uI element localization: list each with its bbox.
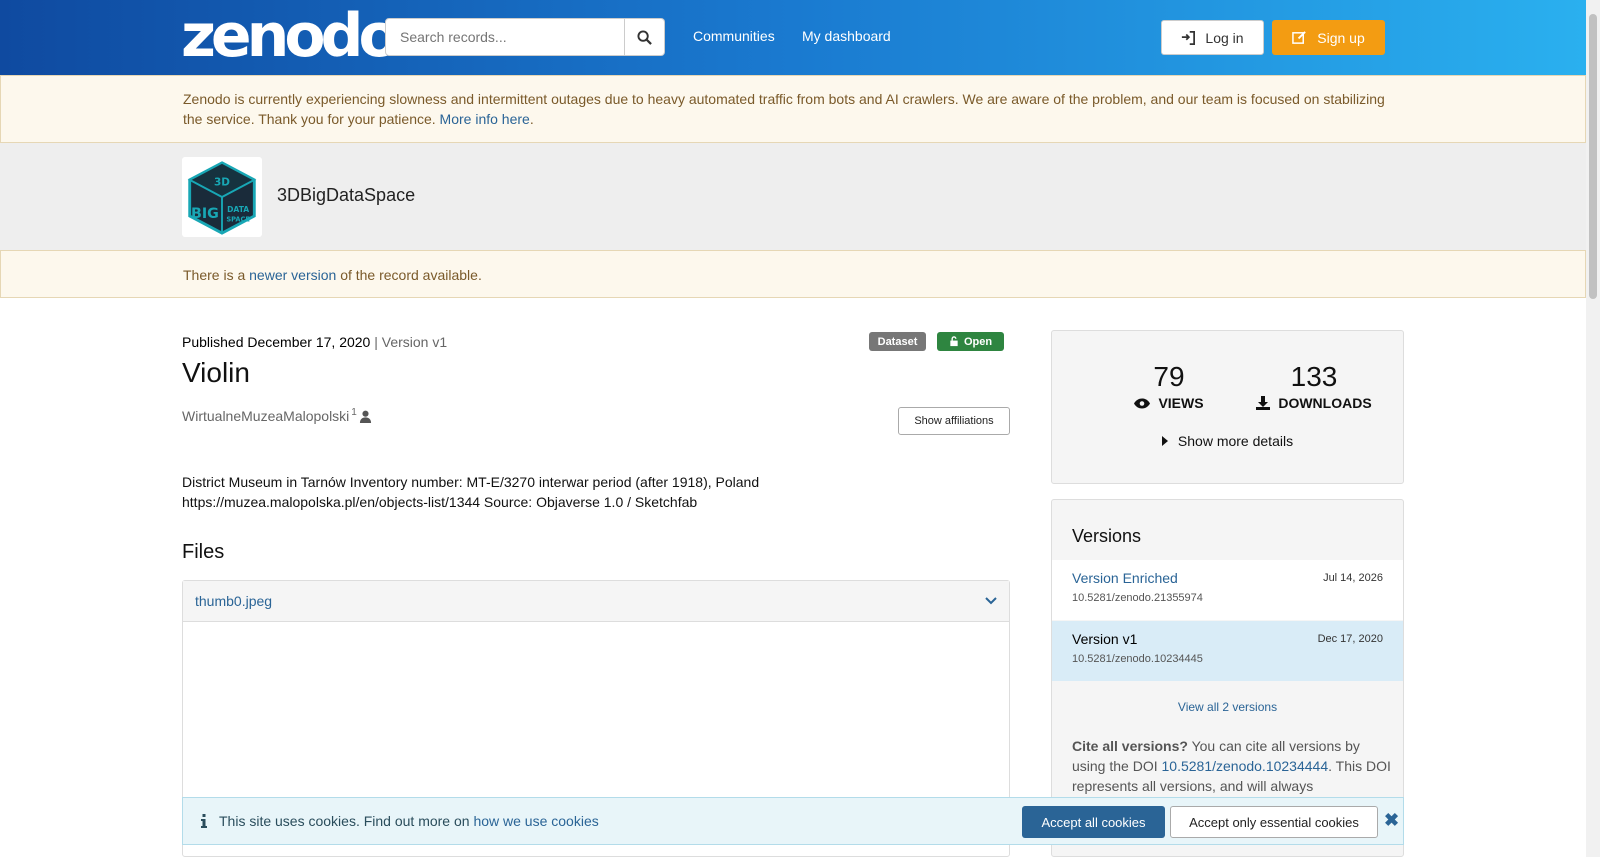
- accept-essential-cookies-button[interactable]: Accept only essential cookies: [1170, 806, 1378, 838]
- zenodo-logo[interactable]: zenodo: [181, 6, 400, 66]
- downloads-label: DOWNLOADS: [1278, 395, 1372, 411]
- info-icon: [201, 814, 207, 828]
- edit-icon: [1292, 31, 1307, 44]
- version-label: Version v1: [1072, 631, 1138, 647]
- publication-info: Published December 17, 2020 | Version v1: [182, 334, 447, 350]
- outage-text: Zenodo is currently experiencing slownes…: [183, 91, 1385, 127]
- view-all-versions-link[interactable]: View all 2 versions: [1052, 700, 1403, 714]
- newer-version-notice: There is a newer version of the record a…: [0, 250, 1586, 298]
- version-date: Dec 17, 2020: [1317, 633, 1383, 645]
- access-label: Open: [963, 335, 993, 348]
- files-heading: Files: [182, 541, 225, 563]
- downloads-stat: 133 DOWNLOADS: [1244, 361, 1384, 411]
- login-button[interactable]: Log in: [1161, 20, 1264, 55]
- file-preview-header[interactable]: thumb0.jpeg: [183, 581, 1009, 622]
- download-icon: [1256, 396, 1271, 410]
- newer-version-link[interactable]: newer version: [249, 267, 336, 283]
- show-affiliations-button[interactable]: Show affiliations: [898, 407, 1010, 435]
- login-label: Log in: [1205, 29, 1244, 46]
- page-scrollbar[interactable]: [1586, 0, 1600, 857]
- signup-label: Sign up: [1317, 29, 1365, 46]
- concept-doi-link[interactable]: 10.5281/zenodo.10234444: [1162, 758, 1329, 774]
- close-icon[interactable]: ✖: [1384, 810, 1399, 831]
- search-icon: [637, 29, 652, 45]
- notice-prefix: There is a: [183, 267, 246, 283]
- version-row[interactable]: Version Enriched Jul 14, 2026 10.5281/ze…: [1052, 560, 1403, 620]
- version-link[interactable]: Version Enriched: [1072, 570, 1178, 586]
- versions-heading: Versions: [1072, 526, 1142, 546]
- nav-communities[interactable]: Communities: [693, 28, 775, 44]
- community-name[interactable]: 3DBigDataSpace: [277, 185, 415, 206]
- version-date: Jul 14, 2026: [1323, 572, 1383, 584]
- user-icon: [359, 410, 371, 423]
- views-stat: 79 VIEWS: [1114, 361, 1224, 411]
- version-doi: 10.5281/zenodo.10234445: [1072, 653, 1203, 665]
- top-header: zenodo Communities My dashboard Log in S…: [0, 0, 1586, 75]
- notice-suffix: of the record available.: [340, 267, 482, 283]
- cookie-message: This site uses cookies. Find out more on: [219, 813, 470, 829]
- svg-text:DATA: DATA: [227, 205, 249, 214]
- version-doi: 10.5281/zenodo.21355974: [1072, 592, 1203, 604]
- search-input[interactable]: [385, 18, 625, 56]
- views-count: 79: [1153, 361, 1185, 392]
- cookie-banner: This site uses cookies. Find out more on…: [182, 797, 1404, 845]
- cite-all-versions: Cite all versions? You can cite all vers…: [1072, 736, 1392, 796]
- big-data-cube-icon: 3D BIG DATA SPACE: [187, 161, 257, 235]
- svg-text:SPACE: SPACE: [226, 216, 250, 224]
- outage-banner: Zenodo is currently experiencing slownes…: [0, 75, 1586, 143]
- outage-end: .: [529, 111, 534, 127]
- resource-type-badge: Dataset: [869, 332, 926, 351]
- views-label: VIEWS: [1158, 395, 1204, 411]
- svg-text:3D: 3D: [214, 177, 230, 189]
- file-name-link[interactable]: thumb0.jpeg: [195, 593, 272, 609]
- published-date: Published December 17, 2020: [182, 334, 371, 350]
- cookie-policy-link[interactable]: how we use cookies: [473, 813, 598, 829]
- eye-icon: [1134, 398, 1151, 408]
- show-more-details-label: Show more details: [1177, 433, 1294, 449]
- caret-right-icon: [1161, 436, 1168, 446]
- search-bar: [385, 18, 665, 56]
- signup-button[interactable]: Sign up: [1272, 20, 1385, 55]
- sign-in-icon: [1182, 30, 1196, 45]
- community-header: 3D BIG DATA SPACE 3DBigDataSpace: [0, 143, 1586, 250]
- views-label-row: VIEWS: [1114, 395, 1224, 411]
- nav-my-dashboard[interactable]: My dashboard: [802, 28, 891, 44]
- svg-text:BIG: BIG: [191, 206, 219, 222]
- creator-name[interactable]: WirtualneMuzeaMalopolski: [182, 408, 349, 424]
- record-title: Violin: [182, 357, 250, 388]
- creator: WirtualneMuzeaMalopolski 1: [182, 406, 372, 424]
- downloads-count: 133: [1290, 361, 1338, 392]
- downloads-label-row: DOWNLOADS: [1244, 395, 1384, 411]
- creator-affiliation-number: 1: [351, 406, 357, 418]
- scrollbar-thumb[interactable]: [1589, 14, 1597, 299]
- version-row-active[interactable]: Version v1 Dec 17, 2020 10.5281/zenodo.1…: [1052, 621, 1403, 681]
- version-label: | Version v1: [374, 334, 448, 350]
- stats-card: 79 VIEWS 133 DOWNLOADS Show more details: [1051, 330, 1404, 484]
- accept-all-cookies-button[interactable]: Accept all cookies: [1022, 806, 1165, 838]
- community-logo[interactable]: 3D BIG DATA SPACE: [182, 157, 262, 237]
- show-more-details-toggle[interactable]: Show more details: [1052, 433, 1403, 449]
- cookie-text: This site uses cookies. Find out more on…: [219, 813, 599, 829]
- access-badge: Open: [937, 332, 1004, 351]
- record-description: District Museum in Tarnów Inventory numb…: [182, 474, 760, 510]
- chevron-down-icon[interactable]: [985, 597, 997, 605]
- search-button[interactable]: [625, 18, 665, 56]
- more-info-link[interactable]: More info here: [440, 111, 530, 127]
- unlock-icon: [950, 336, 958, 347]
- cite-bold: Cite all versions?: [1072, 738, 1188, 754]
